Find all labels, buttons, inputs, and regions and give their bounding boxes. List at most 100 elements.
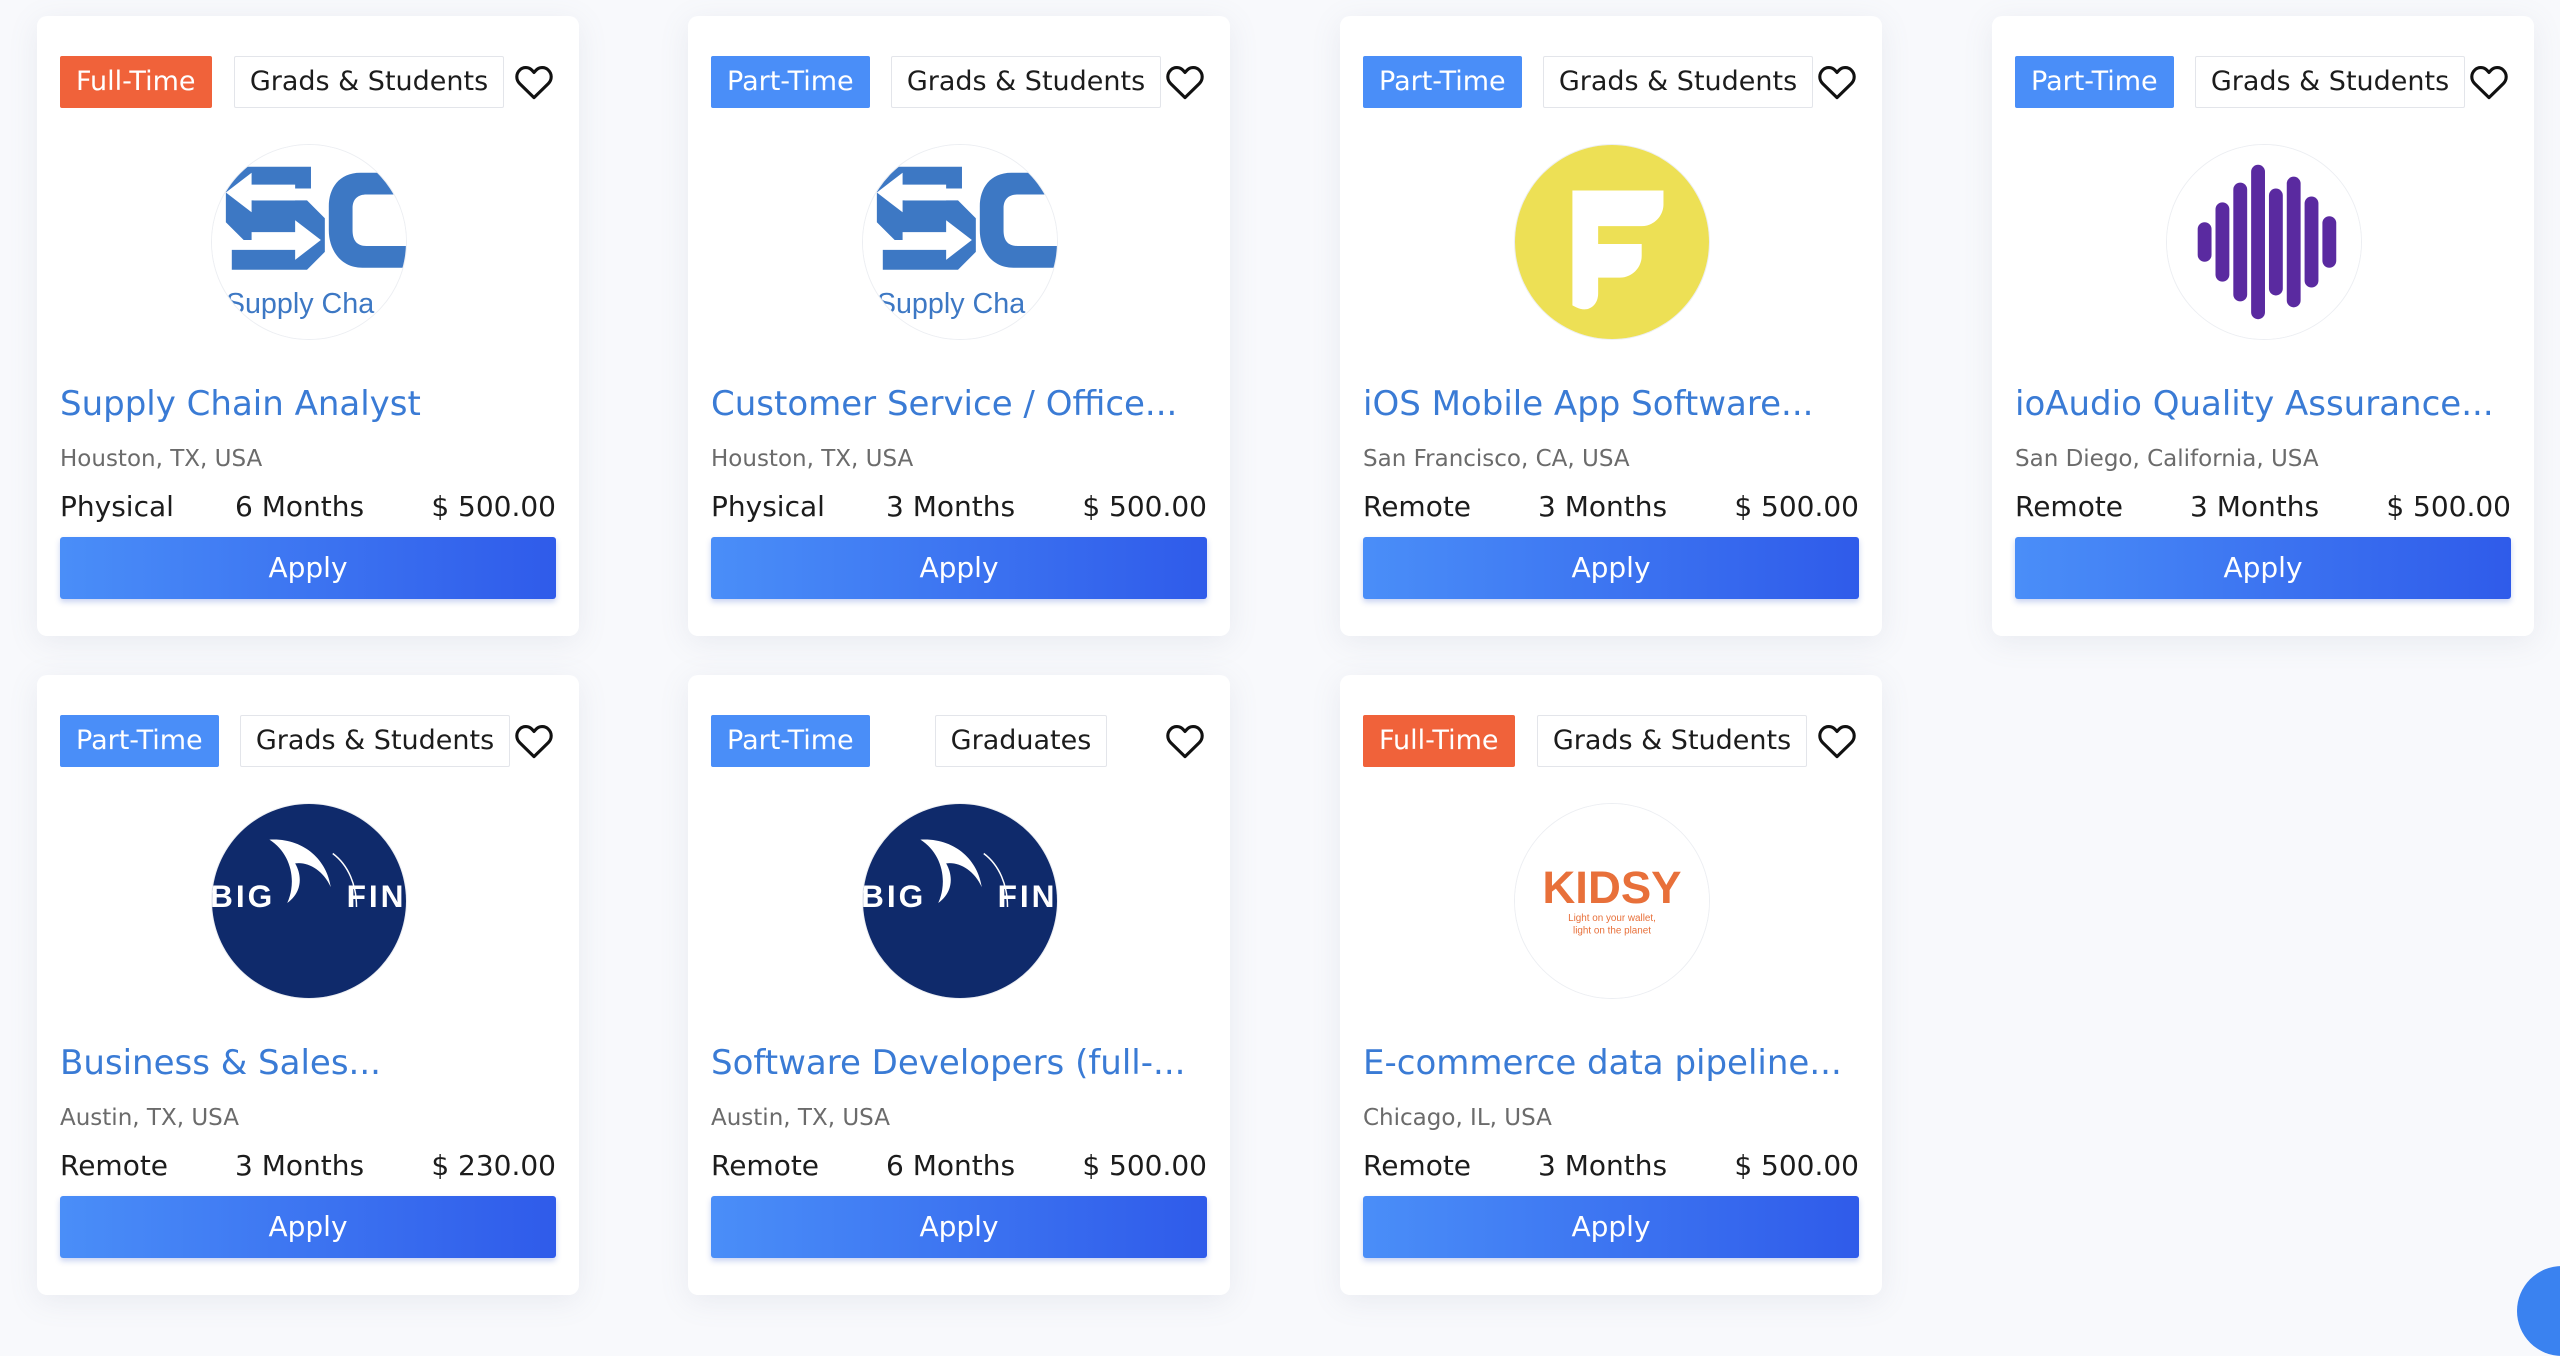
apply-button[interactable]: Apply [60,1196,556,1258]
job-pay: $ 500.00 [1082,1149,1207,1182]
job-type-badge: Full-Time [60,56,212,108]
job-meta: Remote 3 Months $ 500.00 [1363,490,1859,530]
job-tags: Full-Time Grads & Students [60,56,556,108]
work-mode: Remote [1363,490,1472,523]
work-mode: Physical [711,490,825,523]
job-duration: 3 Months [235,1149,365,1182]
job-card: Part-Time Grads & Students BIG FIN Busine… [37,675,579,1295]
kidsy-logo-graphic: KIDSYLight on your wallet, light on the p… [1515,804,1709,998]
big-fin-logo-graphic: BIG FIN [863,804,1057,998]
apply-button[interactable]: Apply [2015,537,2511,599]
job-title[interactable]: Business & Sales... [60,1043,556,1083]
work-mode: Physical [60,490,174,523]
supply-chain-logo: Supply Cha [862,144,1058,340]
job-title[interactable]: Supply Chain Analyst [60,384,556,424]
job-type-badge: Part-Time [60,715,219,767]
work-mode: Remote [60,1149,169,1182]
kidsy-logo: KIDSY Light on your wallet, light on the p… [1514,803,1710,999]
job-title[interactable]: E-commerce data pipeline... [1363,1043,1859,1083]
work-mode: Remote [2015,490,2124,523]
job-card: Part-Time Grads & Students iOS Mobile Ap… [1340,16,1882,636]
job-duration: 3 Months [886,490,1016,523]
job-tags: Part-Time Grads & Students [711,56,1207,108]
svg-text:Supply Cha: Supply Cha [877,288,1025,320]
job-title[interactable]: iOS Mobile App Software... [1363,384,1859,424]
apply-button[interactable]: Apply [1363,1196,1859,1258]
ioaudio-waveform-logo-graphic [2167,145,2361,339]
job-location: Austin, TX, USA [60,1105,239,1131]
job-meta: Remote 3 Months $ 500.00 [2015,490,2511,530]
apply-button[interactable]: Apply [60,537,556,599]
job-title[interactable]: Software Developers (full-... [711,1043,1207,1083]
heart-icon[interactable] [1815,719,1859,763]
job-duration: 3 Months [2190,490,2320,523]
audience-tag: Graduates [935,715,1107,767]
job-location: Houston, TX, USA [60,446,263,472]
big-fin-logo: BIG FIN [211,803,407,999]
job-meta: Physical 6 Months $ 500.00 [60,490,556,530]
job-pay: $ 500.00 [2386,490,2511,523]
job-tags: Part-Time Grads & Students [1363,56,1859,108]
job-location: Austin, TX, USA [711,1105,890,1131]
ioaudio-waveform-logo [2166,144,2362,340]
svg-text:Light on your wallet,: Light on your wallet, [1568,913,1656,924]
job-location: San Diego, California, USA [2015,446,2319,472]
heart-icon[interactable] [1163,719,1207,763]
job-type-badge: Part-Time [711,56,870,108]
heart-icon[interactable] [2467,60,2511,104]
audience-tag: Grads & Students [1543,56,1813,108]
svg-text:light on the planet: light on the planet [1573,926,1651,937]
job-pay: $ 500.00 [1734,490,1859,523]
job-meta: Remote 6 Months $ 500.00 [711,1149,1207,1189]
svg-text:BIG: BIG [212,878,275,914]
supply-chain-logo-graphic: Supply Cha [212,145,406,339]
job-meta: Remote 3 Months $ 500.00 [1363,1149,1859,1189]
job-meta: Remote 3 Months $ 230.00 [60,1149,556,1189]
job-pay: $ 500.00 [1734,1149,1859,1182]
job-type-badge: Full-Time [1363,715,1515,767]
work-mode: Remote [1363,1149,1472,1182]
job-type-badge: Part-Time [711,715,870,767]
job-title[interactable]: Customer Service / Office... [711,384,1207,424]
job-duration: 6 Months [886,1149,1016,1182]
big-fin-logo: BIG FIN [862,803,1058,999]
job-tags: Part-Time Grads & Students [2015,56,2511,108]
job-card: Part-Time Grads & Students Supply Cha Cu… [688,16,1230,636]
heart-icon[interactable] [512,719,556,763]
apply-button[interactable]: Apply [711,537,1207,599]
big-fin-logo-graphic: BIG FIN [212,804,406,998]
supply-chain-logo-graphic: Supply Cha [863,145,1057,339]
job-tags: Full-Time Grads & Students [1363,715,1859,767]
supply-chain-logo: Supply Cha [211,144,407,340]
svg-text:Supply Cha: Supply Cha [226,288,374,320]
job-duration: 3 Months [1538,490,1668,523]
svg-text:BIG: BIG [863,878,926,914]
f-letter-logo-graphic [1515,145,1709,339]
job-location: Chicago, IL, USA [1363,1105,1552,1131]
job-title[interactable]: ioAudio Quality Assurance... [2015,384,2511,424]
audience-tag: Grads & Students [891,56,1161,108]
apply-button[interactable]: Apply [1363,537,1859,599]
heart-icon[interactable] [1815,60,1859,104]
job-location: Houston, TX, USA [711,446,914,472]
job-pay: $ 230.00 [431,1149,556,1182]
job-card: Full-Time Grads & Students KIDSY Light on… [1340,675,1882,1295]
audience-tag: Grads & Students [234,56,504,108]
svg-text:FIN: FIN [347,878,406,914]
job-listings-grid: Full-Time Grads & Students Supply Cha Su… [0,0,2560,1312]
heart-icon[interactable] [512,60,556,104]
job-location: San Francisco, CA, USA [1363,446,1630,472]
job-tags: Part-Time Graduates [711,715,1207,767]
apply-button[interactable]: Apply [711,1196,1207,1258]
audience-tag: Grads & Students [240,715,510,767]
job-tags: Part-Time Grads & Students [60,715,556,767]
audience-tag: Grads & Students [2195,56,2465,108]
job-pay: $ 500.00 [1082,490,1207,523]
audience-tag: Grads & Students [1537,715,1807,767]
job-card: Full-Time Grads & Students Supply Cha Su… [37,16,579,636]
heart-icon[interactable] [1163,60,1207,104]
svg-text:KIDSY: KIDSY [1542,862,1681,913]
job-pay: $ 500.00 [431,490,556,523]
svg-text:FIN: FIN [998,878,1057,914]
job-type-badge: Part-Time [1363,56,1522,108]
